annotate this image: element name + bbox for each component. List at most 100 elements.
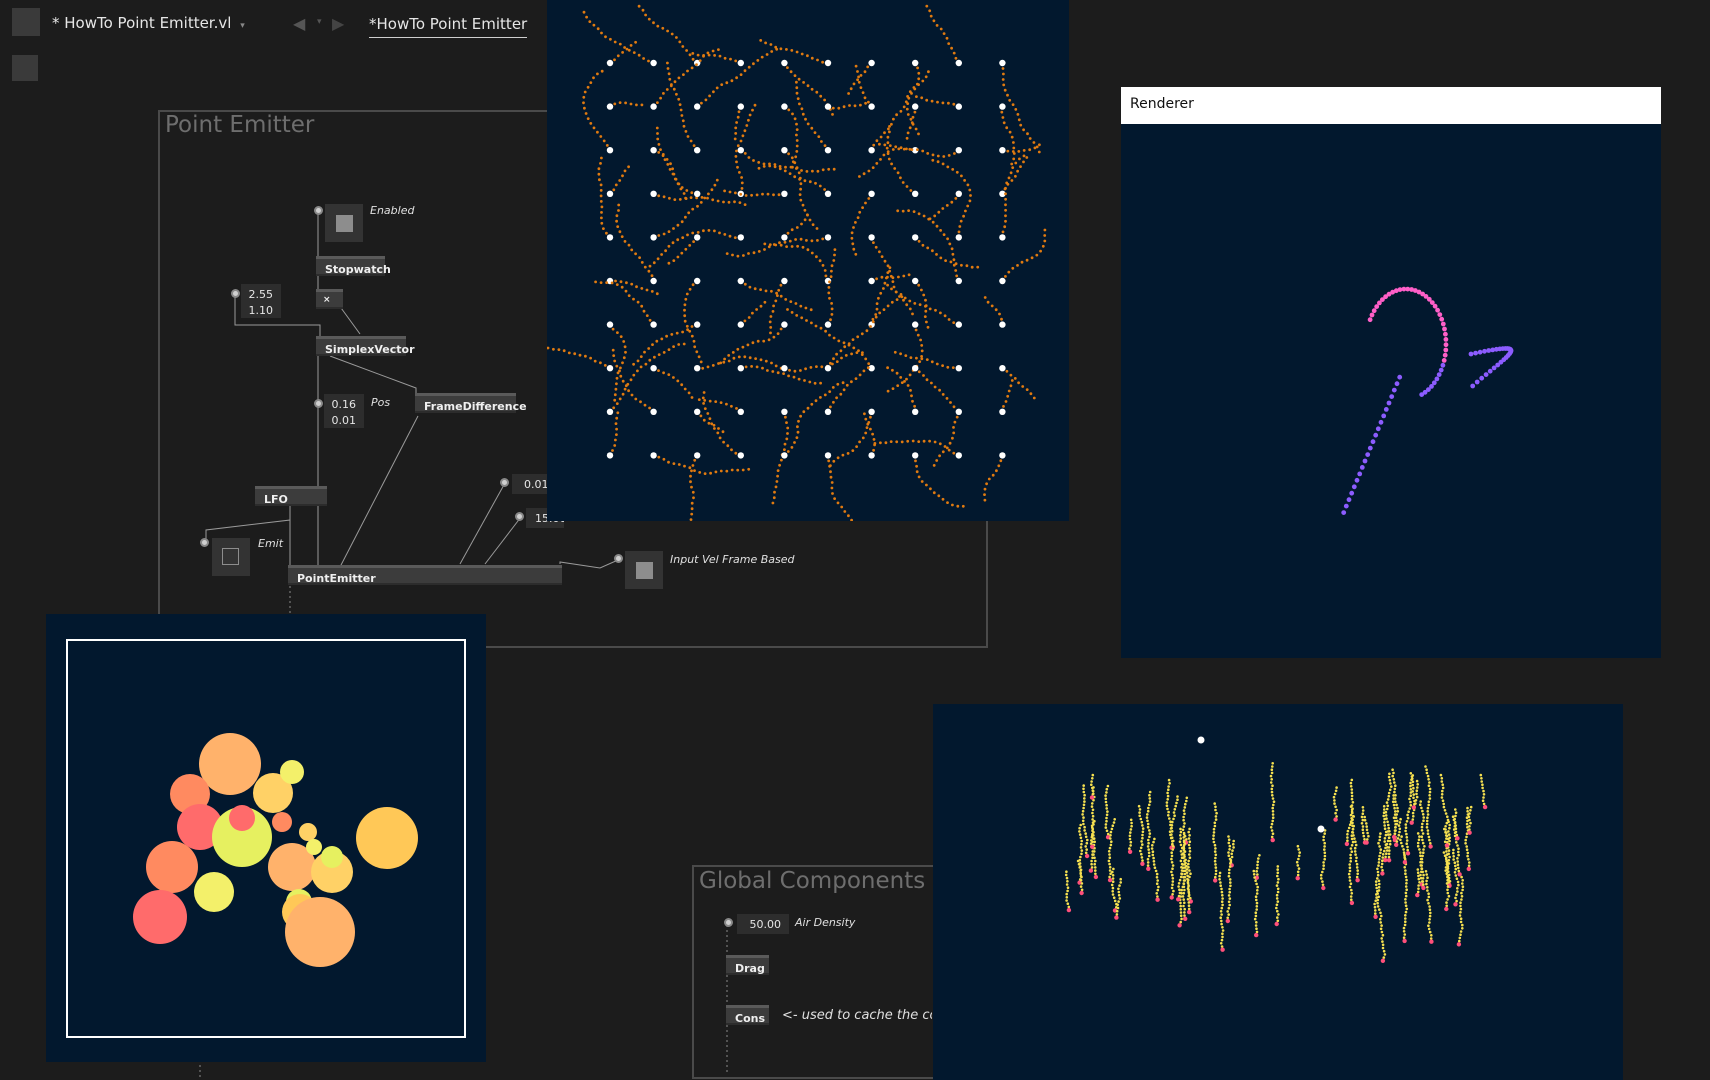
trail-point (1443, 342, 1449, 348)
air-density-pin[interactable] (724, 918, 733, 927)
particle (680, 251, 684, 255)
stopwatch-node[interactable]: Stopwatch (316, 256, 391, 276)
point-emitter-node[interactable]: PointEmitter (288, 565, 562, 585)
enabled-pin[interactable] (314, 206, 323, 215)
spark (1117, 887, 1120, 891)
particle (1022, 149, 1026, 152)
input-vel-toggle[interactable] (625, 551, 663, 589)
spark (1271, 765, 1274, 768)
spark (1214, 872, 1218, 876)
particle (909, 356, 913, 359)
particle (917, 83, 920, 86)
particle (942, 155, 946, 158)
particle (708, 399, 712, 403)
pos-pin[interactable] (314, 399, 323, 408)
particle (634, 397, 638, 401)
spark-tip (1270, 837, 1275, 843)
particle (888, 266, 892, 269)
particle (690, 507, 694, 511)
particle (1002, 405, 1005, 408)
renderer-window[interactable]: Renderer (1121, 87, 1661, 658)
emit-toggle[interactable] (212, 538, 250, 576)
particle (698, 471, 702, 474)
air-density-iobox[interactable]: 50.00 (737, 914, 789, 934)
frame-difference-node[interactable]: FrameDifference (415, 393, 527, 413)
cons-node[interactable]: Cons (726, 1005, 769, 1025)
spark (1154, 869, 1158, 873)
particle-circle (199, 733, 261, 795)
particle (823, 188, 826, 191)
trail-point (1371, 308, 1377, 314)
particle (880, 275, 884, 279)
particle (856, 335, 860, 339)
spark (1166, 807, 1169, 811)
particle (645, 314, 649, 317)
spark (1182, 815, 1185, 819)
particle (729, 57, 732, 61)
value-b-pin[interactable] (500, 478, 509, 487)
spark (1079, 855, 1082, 859)
particle (671, 241, 675, 245)
spark (1255, 870, 1258, 873)
spark (1335, 786, 1338, 789)
enabled-toggle[interactable] (325, 204, 363, 242)
particle (775, 480, 779, 483)
spark (1105, 829, 1109, 833)
spark (1183, 850, 1187, 853)
particle (1014, 161, 1018, 165)
particle (670, 32, 674, 36)
particle (928, 307, 932, 311)
value-a-iobox[interactable]: 2.55 1.10 (241, 284, 281, 318)
spark (1221, 897, 1224, 900)
particle (823, 98, 826, 102)
spark (1419, 803, 1422, 806)
spark (1482, 789, 1485, 793)
lfo-node[interactable]: LFO (255, 486, 327, 506)
particle (1009, 384, 1013, 388)
spark (1415, 792, 1418, 796)
particle (951, 366, 955, 369)
pos-iobox[interactable]: 0.16 0.01 (324, 394, 364, 428)
input-vel-pin[interactable] (614, 554, 623, 563)
value-c-pin[interactable] (515, 512, 524, 521)
particle (779, 294, 783, 298)
grid-point (912, 59, 919, 67)
emit-pin[interactable] (200, 538, 209, 547)
grid-point (781, 59, 788, 67)
flow-field-render[interactable] (547, 0, 1069, 521)
spark (1393, 781, 1396, 784)
spark (1376, 870, 1380, 874)
particle (804, 306, 808, 310)
spark (1361, 809, 1365, 812)
value-b-iobox[interactable]: 0.01 (512, 474, 550, 494)
particle (676, 255, 680, 259)
particle (643, 350, 646, 354)
spark (1427, 892, 1430, 895)
drag-node[interactable]: Drag (726, 955, 769, 975)
fireworks-render[interactable] (933, 704, 1623, 1080)
spark (1090, 866, 1094, 869)
particle (776, 294, 779, 297)
value-a-pin[interactable] (231, 289, 240, 298)
spark (1094, 869, 1097, 872)
particle (752, 251, 756, 255)
spark (1255, 901, 1259, 905)
particle (743, 152, 747, 155)
spark (1467, 815, 1471, 818)
particle (889, 440, 893, 443)
spark (1178, 888, 1181, 891)
spark (1083, 793, 1086, 797)
spark (1165, 804, 1169, 807)
particle (686, 233, 689, 237)
particle (677, 76, 681, 80)
particle (997, 464, 1001, 468)
renderer-titlebar[interactable]: Renderer (1121, 87, 1661, 124)
spark (1350, 791, 1354, 794)
spark (1444, 866, 1448, 869)
spark (1416, 832, 1420, 835)
circles-render[interactable] (46, 614, 486, 1062)
small-op-node[interactable]: × (316, 289, 343, 309)
spark (1148, 832, 1152, 835)
spark (1440, 780, 1444, 783)
simplex-vector-node[interactable]: SimplexVector (316, 336, 415, 356)
